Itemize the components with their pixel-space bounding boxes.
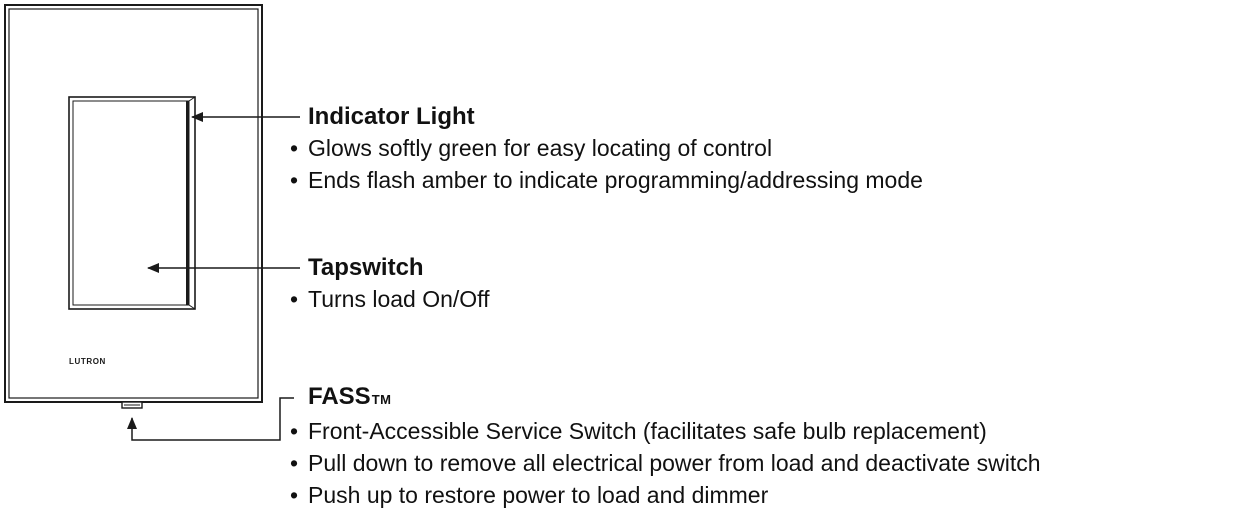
list-item: Front-Accessible Service Switch (facilit… [288,415,1041,447]
fass-bullets: Front-Accessible Service Switch (facilit… [288,415,1041,511]
list-item: Glows softly green for easy locating of … [288,132,923,164]
indicator-light-bullets: Glows softly green for easy locating of … [288,132,923,196]
indicator-light-callout: Indicator Light Glows softly green for e… [288,102,923,196]
indicator-light-title: Indicator Light [308,103,475,130]
fass-tab[interactable] [121,401,143,409]
trademark-mark: TM [371,392,392,407]
tapswitch-title: Tapswitch [308,254,424,281]
tapswitch-bullets: Turns load On/Off [288,283,490,315]
list-item: Turns load On/Off [288,283,490,315]
fass-bracket-line [127,397,294,441]
fass-title-text: FASS [308,383,371,410]
brand-logo: LUTRON [69,357,106,366]
tapswitch-paddle[interactable] [68,96,196,310]
tapswitch-callout: Tapswitch Turns load On/Off [288,253,490,315]
list-item: Ends flash amber to indicate programming… [288,164,923,196]
fass-callout: FASSTM Front-Accessible Service Switch (… [288,382,1041,511]
wallplate [4,4,263,403]
list-item: Push up to restore power to load and dim… [288,479,1041,511]
list-item: Pull down to remove all electrical power… [288,447,1041,479]
indicator-light-strip [186,101,189,305]
fass-title: FASSTM [308,382,1041,415]
